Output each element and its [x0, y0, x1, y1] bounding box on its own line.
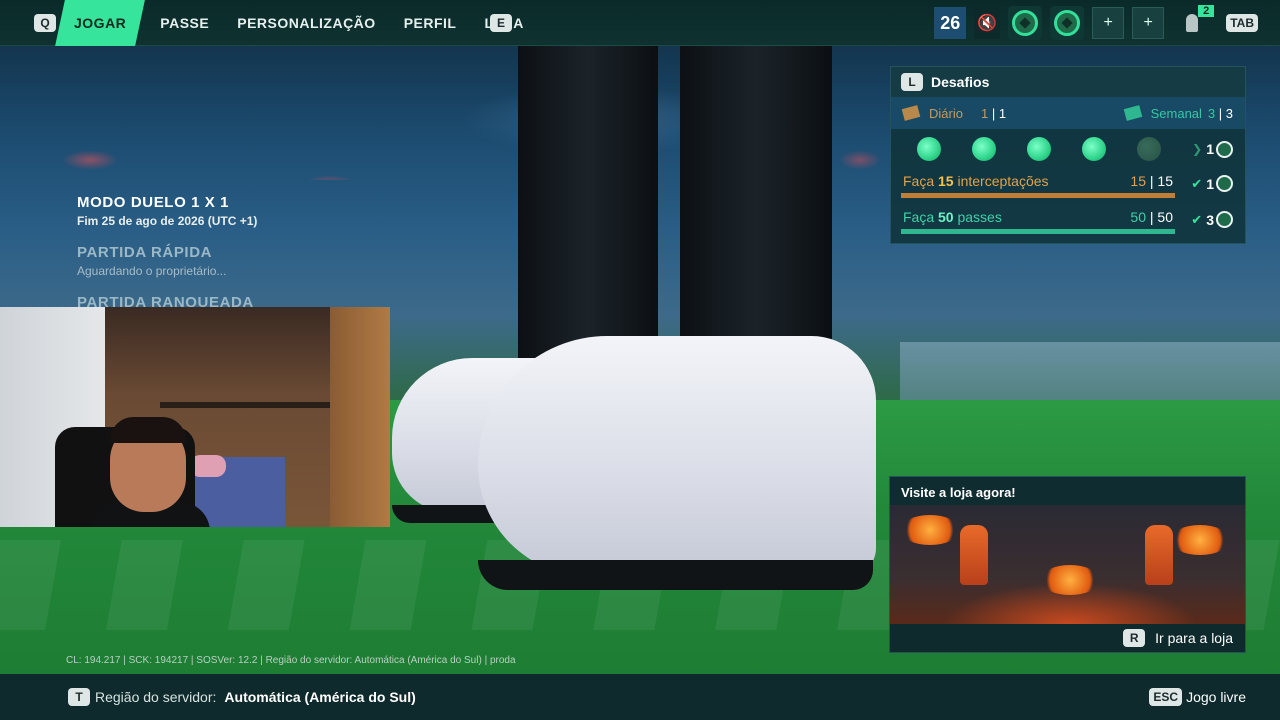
- progress-dot: [1082, 137, 1106, 161]
- weekly-ticket-icon: [1123, 105, 1142, 121]
- mute-icon: 🔇: [977, 15, 998, 32]
- nav-perfil[interactable]: PERFIL: [390, 0, 471, 46]
- promo-player-right: [1145, 525, 1173, 585]
- flame-effect: [1170, 525, 1230, 555]
- task-description: Faça 15 interceptações: [903, 173, 1049, 189]
- store-promo-image: [890, 505, 1245, 625]
- esc-key-hint[interactable]: ESC: [1149, 688, 1183, 706]
- progress-dot-empty: [1137, 137, 1161, 161]
- token-icon: [1216, 140, 1233, 158]
- friends-button[interactable]: 2: [1172, 5, 1215, 39]
- nav-passe[interactable]: PASSE: [146, 0, 223, 46]
- free-play-label: Jogo livre: [1186, 689, 1246, 705]
- daily-progress: 1 | 1: [980, 105, 1007, 121]
- promo-player-left: [960, 525, 988, 585]
- challenges-panel: L Desafios Diário 1 | 1 Semanal 3 | 3 ❯ …: [890, 66, 1246, 244]
- daily-progress-dots: ❯ 1: [891, 129, 1245, 169]
- task-progress: 50 | 50: [1130, 209, 1173, 225]
- check-icon: ✔: [1191, 211, 1203, 227]
- progress-dot: [917, 137, 941, 161]
- token-icon: [1216, 175, 1233, 192]
- check-icon: ✔: [1191, 175, 1203, 191]
- mode-partida-rapida[interactable]: PARTIDA RÁPIDA Aguardando o proprietário…: [77, 244, 257, 278]
- store-promo-card[interactable]: Visite a loja agora! R Ir para a loja: [889, 476, 1246, 653]
- nav-jogar-label: JOGAR: [74, 15, 127, 31]
- challenge-task-interceptions[interactable]: Faça 15 interceptações 15 | 15 ✔ 1: [891, 169, 1245, 205]
- plus-icon: +: [1143, 14, 1153, 31]
- add-party-member-button-2[interactable]: +: [1132, 7, 1165, 39]
- server-region-label: Região do servidor:: [95, 689, 217, 705]
- bottom-bar: T Região do servidor: Automática (Améric…: [0, 674, 1280, 720]
- game-mode-list: MODO DUELO 1 X 1 Fim 25 de ago de 2026 (…: [77, 194, 257, 311]
- tab-weekly-label: Semanal: [1150, 105, 1202, 121]
- progress-dot: [1027, 137, 1051, 161]
- top-navigation-bar: Q JOGAR PASSE PERSONALIZAÇÃO PERFIL LOJA…: [0, 0, 1280, 46]
- store-promo-title: Visite a loja agora!: [901, 484, 1016, 500]
- tab-key-hint[interactable]: TAB: [1226, 14, 1258, 32]
- challenges-tabs: Diário 1 | 1 Semanal 3 | 3: [891, 97, 1245, 129]
- server-region-selector[interactable]: T Região do servidor: Automática (Améric…: [68, 688, 416, 706]
- task-progress-bar: [901, 229, 1175, 234]
- webcam-person-hair: [110, 417, 186, 443]
- server-region-key-hint[interactable]: T: [68, 688, 90, 706]
- webcam-pillow: [190, 455, 226, 477]
- right-boot-sole: [478, 560, 873, 590]
- friends-icon: [1186, 14, 1199, 32]
- nav-jogar[interactable]: JOGAR: [55, 0, 146, 46]
- party-slot-1[interactable]: [1008, 6, 1043, 40]
- task-reward: ✔ 3: [1191, 211, 1233, 228]
- right-boot: [478, 336, 876, 576]
- task-reward-value: 3: [1206, 211, 1214, 228]
- mode-quick-title: PARTIDA RÁPIDA: [77, 244, 213, 261]
- store-go-label: Ir para a loja: [1155, 630, 1233, 646]
- add-party-member-button[interactable]: +: [1092, 7, 1125, 39]
- dots-reward: ❯ 1: [1192, 140, 1233, 158]
- plus-icon: +: [1103, 14, 1113, 31]
- webcam-shelf: [160, 402, 330, 408]
- weekly-progress: 3 | 3: [1207, 105, 1233, 121]
- token-icon: [1216, 211, 1233, 228]
- flame-effect: [900, 515, 960, 545]
- tab-daily[interactable]: Diário 1 | 1: [901, 105, 1007, 121]
- server-region-value: Automática (América do Sul): [224, 689, 416, 705]
- task-description: Faça 50 passes: [903, 209, 1002, 225]
- dots-reward-value: 1: [1206, 141, 1214, 157]
- party-slot-2[interactable]: [1050, 6, 1085, 40]
- tab-weekly[interactable]: Semanal 3 | 3: [1123, 105, 1233, 121]
- tab-daily-label: Diário: [929, 105, 963, 121]
- free-play-button[interactable]: ESC Jogo livre: [1149, 688, 1246, 706]
- challenges-title: Desafios: [931, 74, 990, 90]
- store-go-button[interactable]: R Ir para a loja: [890, 624, 1245, 652]
- soccer-ball-icon: [1012, 10, 1039, 36]
- mode-duelo-end-date: Fim 25 de ago de 2026 (UTC +1): [77, 214, 258, 228]
- store-key-hint[interactable]: R: [1123, 629, 1146, 647]
- task-reward: ✔ 1: [1191, 175, 1233, 192]
- progress-dot: [972, 137, 996, 161]
- challenges-key-hint[interactable]: L: [901, 73, 923, 91]
- nav-personalizacao[interactable]: PERSONALIZAÇÃO: [223, 0, 389, 46]
- task-reward-value: 1: [1206, 175, 1214, 192]
- webcam-overlay: [0, 307, 390, 527]
- mode-duelo[interactable]: MODO DUELO 1 X 1 Fim 25 de ago de 2026 (…: [77, 194, 257, 228]
- task-progress: 15 | 15: [1130, 173, 1173, 189]
- prev-tab-key-hint[interactable]: Q: [34, 14, 56, 32]
- mute-button[interactable]: 🔇: [974, 7, 1001, 39]
- task-progress-bar: [901, 193, 1175, 198]
- daily-ticket-icon: [901, 105, 921, 121]
- friends-count-badge: 2: [1198, 5, 1215, 17]
- player-level-badge[interactable]: 26: [934, 7, 967, 39]
- soccer-ball-icon: [1054, 10, 1081, 36]
- main-nav: JOGAR PASSE PERSONALIZAÇÃO PERFIL LOJA: [55, 0, 538, 46]
- webcam-door: [330, 307, 390, 527]
- challenges-header[interactable]: L Desafios: [891, 67, 1245, 97]
- next-tab-key-hint[interactable]: E: [490, 14, 512, 32]
- top-right-controls: 26 🔇 + + 2 TAB: [934, 0, 1280, 46]
- challenge-task-passes[interactable]: Faça 50 passes 50 | 50 ✔ 3: [891, 205, 1245, 241]
- mode-quick-status: Aguardando o proprietário...: [77, 264, 227, 278]
- build-debug-info: CL: 194.217 | SCK: 194217 | SOSVer: 12.2…: [66, 655, 516, 666]
- stadium-billboard: [900, 342, 1280, 402]
- flame-effect: [1040, 565, 1100, 595]
- mode-duelo-title: MODO DUELO 1 X 1: [77, 194, 230, 211]
- arrow-right-icon: ❯: [1192, 142, 1203, 156]
